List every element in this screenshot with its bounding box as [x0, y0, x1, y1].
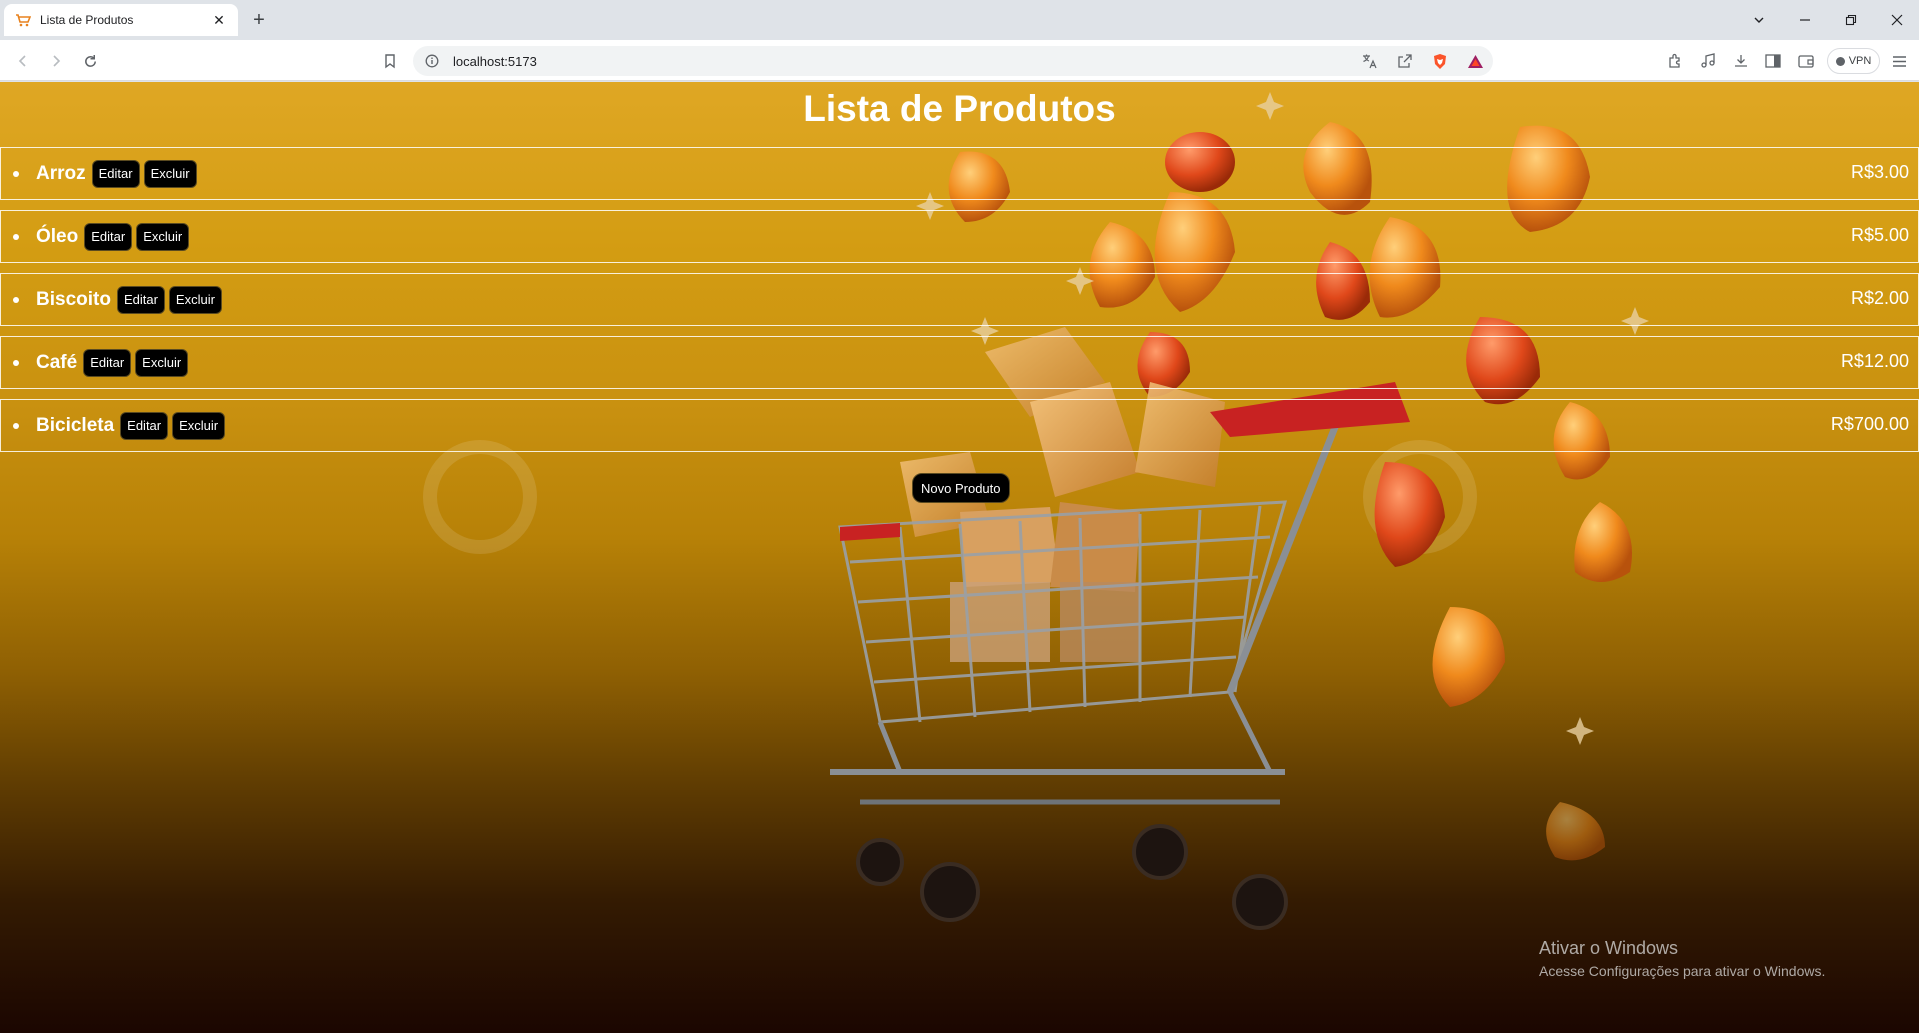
delete-button[interactable]: Excluir — [172, 411, 226, 440]
product-price: R$5.00 — [1850, 225, 1909, 245]
edit-button[interactable]: Editar — [84, 222, 133, 251]
bullet-icon — [13, 422, 19, 429]
minimize-icon[interactable] — [1788, 6, 1822, 34]
page-viewport: Lista de Produtos Arroz Editar Excluir R… — [0, 82, 1919, 1033]
product-name: Óleo — [36, 225, 79, 247]
edit-button[interactable]: Editar — [120, 411, 169, 440]
sidebar-icon[interactable] — [1760, 48, 1786, 74]
extensions-icon[interactable] — [1662, 48, 1688, 74]
brave-rewards-icon[interactable] — [1462, 48, 1488, 74]
back-icon[interactable] — [10, 48, 36, 74]
chevron-down-icon[interactable] — [1742, 6, 1776, 34]
edit-button[interactable]: Editar — [83, 348, 132, 377]
product-list: Arroz Editar Excluir R$3.00 Óleo Editar … — [0, 147, 1919, 462]
watermark-subtitle: Acesse Configurações para ativar o Windo… — [1539, 963, 1826, 979]
edit-button[interactable]: Editar — [116, 285, 165, 314]
delete-button[interactable]: Excluir — [168, 285, 222, 314]
url-text: localhost:5173 — [453, 53, 537, 69]
address-bar[interactable]: localhost:5173 — [413, 46, 1493, 76]
forward-icon[interactable] — [43, 48, 69, 74]
product-name: Arroz — [36, 162, 86, 184]
product-name: Bicicleta — [36, 414, 115, 436]
media-icon[interactable] — [1695, 48, 1721, 74]
vpn-button[interactable]: VPN — [1827, 48, 1880, 74]
watermark-title: Ativar o Windows — [1539, 938, 1679, 958]
bullet-icon — [13, 296, 19, 303]
tab-title: Lista de Produtos — [40, 13, 134, 27]
cart-favicon-icon — [14, 11, 32, 29]
restore-icon[interactable] — [1834, 6, 1868, 34]
browser-tab[interactable]: Lista de Produtos ✕ — [4, 4, 238, 36]
site-info-icon[interactable] — [423, 52, 441, 70]
plus-icon[interactable]: + — [247, 8, 271, 32]
delete-button[interactable]: Excluir — [136, 222, 190, 251]
share-icon[interactable] — [1392, 48, 1418, 74]
reload-icon[interactable] — [77, 48, 103, 74]
wallet-icon[interactable] — [1793, 48, 1819, 74]
bullet-icon — [13, 359, 19, 366]
edit-button[interactable]: Editar — [91, 159, 140, 188]
bullet-icon — [13, 233, 19, 240]
tab-strip: Lista de Produtos ✕ + — [0, 0, 1919, 40]
product-item: Biscoito Editar Excluir R$2.00 — [0, 273, 1919, 326]
window-close-icon[interactable] — [1880, 6, 1914, 34]
delete-button[interactable]: Excluir — [143, 159, 197, 188]
product-price: R$12.00 — [1840, 351, 1909, 371]
product-name: Biscoito — [36, 288, 111, 310]
menu-icon[interactable] — [1886, 48, 1912, 74]
vpn-label: VPN — [1848, 55, 1872, 67]
product-price: R$3.00 — [1850, 162, 1909, 182]
product-item: Arroz Editar Excluir R$3.00 — [0, 147, 1919, 200]
close-icon[interactable]: ✕ — [210, 11, 228, 29]
delete-button[interactable]: Excluir — [135, 348, 189, 377]
product-item: Bicicleta Editar Excluir R$700.00 — [0, 399, 1919, 452]
download-icon[interactable] — [1728, 48, 1754, 74]
bullet-icon — [13, 170, 19, 177]
product-item: Óleo Editar Excluir R$5.00 — [0, 210, 1919, 263]
page-title: Lista de Produtos — [803, 88, 1116, 129]
product-price: R$2.00 — [1850, 288, 1909, 308]
vpn-status-icon — [1835, 56, 1845, 66]
bookmark-icon[interactable] — [377, 48, 403, 74]
product-name: Café — [36, 351, 78, 373]
product-price: R$700.00 — [1830, 414, 1909, 434]
brave-shield-icon[interactable] — [1427, 48, 1453, 74]
windows-activation-watermark: Ativar o Windows Acesse Configurações pa… — [1539, 938, 1825, 979]
browser-toolbar: localhost:5173 VPN — [0, 40, 1919, 81]
translate-icon[interactable] — [1357, 48, 1383, 74]
product-item: Café Editar Excluir R$12.00 — [0, 336, 1919, 389]
new-product-button[interactable]: Novo Produto — [912, 473, 1010, 503]
